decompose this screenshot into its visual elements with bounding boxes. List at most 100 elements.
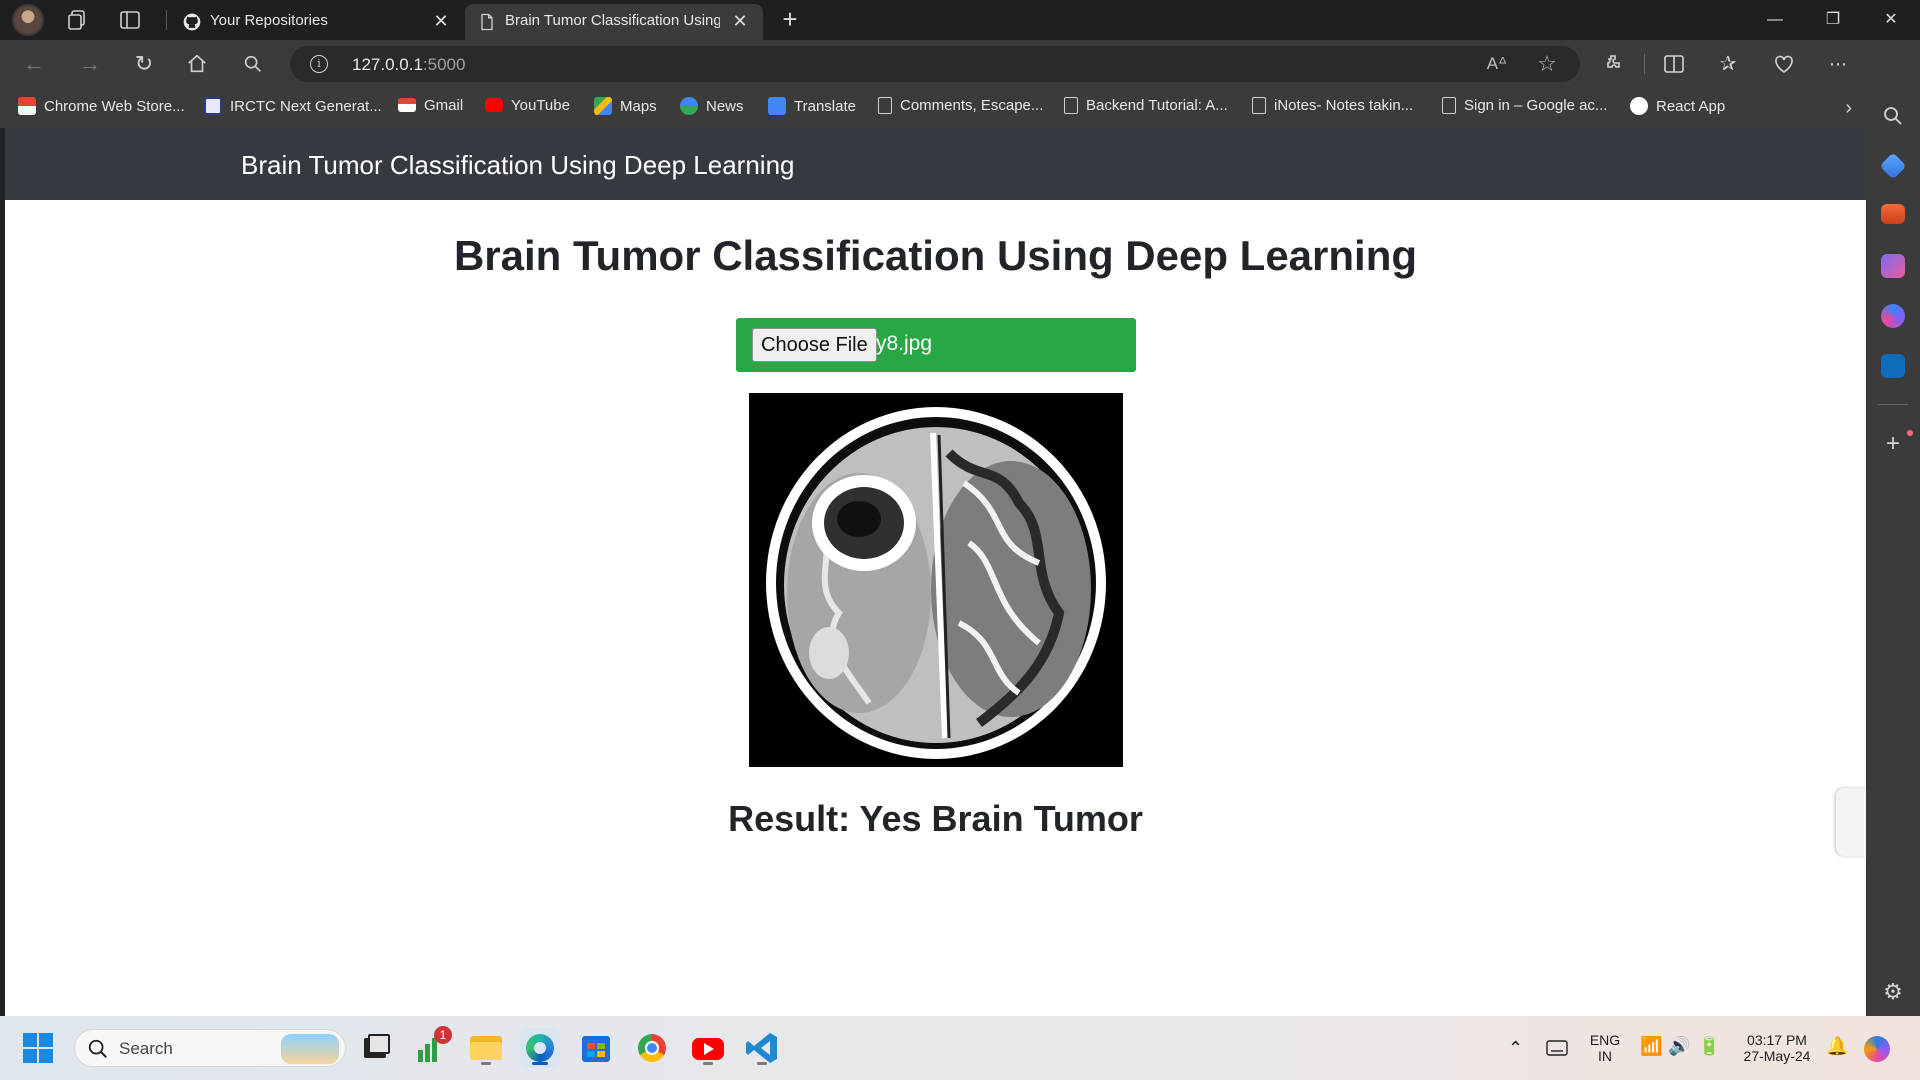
home-icon[interactable] <box>186 53 208 75</box>
workspaces-icon[interactable] <box>66 8 90 32</box>
close-tab-icon[interactable]: ✕ <box>731 12 749 30</box>
windows-taskbar: Search 1 ⌃ ENG IN 📶 🔊 🔋 03:17 PM 27-May-… <box>0 1016 1920 1080</box>
sidebar-divider <box>1878 404 1908 405</box>
tools-briefcase-icon[interactable] <box>1881 204 1905 224</box>
browser-toolbar: ← → ↻ i 127.0.0.1:5000 Aᐞ ☆ ✰ ⋯ <box>0 40 1920 88</box>
volume-icon[interactable]: 🔊 <box>1668 1036 1690 1057</box>
outlook-icon[interactable] <box>1881 354 1905 378</box>
notifications-bell-icon[interactable]: 🔔 <box>1826 1036 1848 1057</box>
notification-dot <box>1907 430 1913 436</box>
keyboard-icon[interactable] <box>1546 1040 1568 1056</box>
url-host: 127.0.0.1 <box>352 55 423 74</box>
bookmark-youtube[interactable]: YouTube <box>485 97 570 119</box>
news-icon <box>680 97 698 115</box>
bookmark-inotes[interactable]: iNotes- Notes takin... <box>1252 97 1413 119</box>
battery-icon[interactable]: 🔋 <box>1698 1036 1720 1057</box>
chrome-icon[interactable] <box>632 1028 672 1068</box>
copilot-taskbar-icon[interactable] <box>1864 1036 1890 1062</box>
search-icon[interactable] <box>242 53 264 75</box>
taskbar-search-input[interactable]: Search <box>74 1029 346 1067</box>
gmail-icon <box>398 98 416 112</box>
forward-arrow-icon[interactable]: → <box>76 50 104 78</box>
selected-file-name: y8.jpg <box>876 332 933 355</box>
more-options-icon[interactable]: ⋯ <box>1826 52 1850 76</box>
bookmark-gmail[interactable]: Gmail <box>398 97 463 119</box>
tab-brain-tumor[interactable]: Brain Tumor Classification Using Deep Le… <box>465 4 763 40</box>
bookmark-label: Maps <box>620 98 657 115</box>
read-aloud-icon[interactable]: Aᐞ <box>1486 54 1508 76</box>
running-indicator <box>757 1062 767 1065</box>
search-highlight-image <box>281 1034 339 1064</box>
region-code: IN <box>1598 1048 1612 1064</box>
bookmark-label: Sign in – Google ac... <box>1464 97 1608 114</box>
browser-essentials-icon[interactable] <box>1772 52 1796 76</box>
microsoft-store-icon[interactable] <box>576 1028 616 1068</box>
restore-icon[interactable]: ❐ <box>1810 6 1856 34</box>
youtube-app-icon[interactable] <box>688 1028 728 1068</box>
bookmark-news[interactable]: News <box>680 97 744 119</box>
copilot-sidebar-icon[interactable] <box>1881 304 1905 328</box>
github-icon <box>183 13 201 31</box>
edge-browser-icon[interactable] <box>520 1028 560 1068</box>
chevron-right-icon[interactable]: › <box>1845 97 1852 120</box>
bookmark-google-sign-in[interactable]: Sign in – Google ac... <box>1442 97 1607 119</box>
favorite-star-icon[interactable]: ☆ <box>1536 53 1558 76</box>
refresh-icon[interactable]: ↻ <box>130 50 158 78</box>
bookmark-label: Backend Tutorial: A... <box>1086 97 1228 114</box>
url-text[interactable]: 127.0.0.1:5000 <box>352 55 465 75</box>
stocks-widget-icon[interactable]: 1 <box>412 1026 452 1068</box>
bookmark-chrome-web-store[interactable]: Chrome Web Store... <box>18 97 185 119</box>
address-bar[interactable]: i 127.0.0.1:5000 Aᐞ ☆ <box>290 46 1580 82</box>
mri-scan-image <box>749 393 1123 767</box>
active-indicator <box>532 1062 548 1065</box>
extensions-icon[interactable] <box>1602 52 1626 76</box>
bookmark-label: YouTube <box>511 97 570 114</box>
bookmark-translate[interactable]: Translate <box>768 97 856 119</box>
favorites-icon[interactable]: ✰ <box>1716 52 1740 76</box>
vertical-tabs-icon[interactable] <box>118 8 142 32</box>
site-info-icon[interactable]: i <box>310 55 328 73</box>
bookmark-label: React App <box>1656 98 1726 115</box>
profile-avatar[interactable] <box>12 4 44 36</box>
clock-date: 27-May-24 <box>1743 1048 1811 1064</box>
bookmark-react-app[interactable]: React App <box>1630 97 1725 119</box>
new-tab-icon[interactable]: + <box>776 6 804 34</box>
system-clock[interactable]: 03:17 PM 27-May-24 <box>1736 1032 1818 1064</box>
file-upload-field[interactable]: Choose File y8.jpg <box>736 318 1136 372</box>
page-icon <box>878 97 892 114</box>
close-window-icon[interactable]: ✕ <box>1868 6 1914 34</box>
bookmark-irctc[interactable]: IRCTC Next Generat... <box>204 97 382 119</box>
windows-start-icon[interactable] <box>20 1030 56 1066</box>
running-indicator <box>481 1062 491 1065</box>
tab-your-repositories[interactable]: Your Repositories ✕ <box>170 4 464 40</box>
floating-side-tab[interactable] <box>1836 788 1866 856</box>
wifi-icon[interactable]: 📶 <box>1640 1036 1662 1057</box>
choose-file-button[interactable]: Choose File <box>752 328 877 362</box>
shopping-tag-icon[interactable] <box>1879 152 1907 180</box>
games-icon[interactable] <box>1881 254 1905 278</box>
sidebar-search-icon[interactable] <box>1881 104 1905 128</box>
bookmark-label: Chrome Web Store... <box>44 98 185 115</box>
bookmark-label: Gmail <box>424 97 464 114</box>
close-tab-icon[interactable]: ✕ <box>432 12 450 30</box>
input-language[interactable]: ENG IN <box>1588 1032 1622 1064</box>
site-navbar: Brain Tumor Classification Using Deep Le… <box>5 128 1866 200</box>
tab-separator <box>166 10 167 30</box>
task-view-icon[interactable] <box>356 1028 396 1068</box>
add-sidebar-app-icon[interactable]: + <box>1881 432 1905 456</box>
settings-gear-icon[interactable]: ⚙ <box>1881 980 1905 1004</box>
bookmark-comments[interactable]: Comments, Escape... <box>878 97 1043 119</box>
file-explorer-icon[interactable] <box>466 1028 506 1068</box>
irctc-icon <box>204 97 222 115</box>
split-screen-icon[interactable] <box>1662 52 1686 76</box>
bookmark-maps[interactable]: Maps <box>594 97 657 119</box>
minimize-icon[interactable]: — <box>1752 6 1798 34</box>
running-indicator <box>703 1062 713 1065</box>
url-port: :5000 <box>422 55 466 74</box>
back-arrow-icon[interactable]: ← <box>20 50 48 78</box>
bookmark-backend-tutorial[interactable]: Backend Tutorial: A... <box>1064 97 1228 119</box>
bookmark-label: Comments, Escape... <box>900 97 1044 114</box>
navbar-brand[interactable]: Brain Tumor Classification Using Deep Le… <box>241 150 795 181</box>
vscode-icon[interactable] <box>742 1028 782 1068</box>
show-hidden-icons-chevron[interactable]: ⌃ <box>1508 1038 1523 1059</box>
